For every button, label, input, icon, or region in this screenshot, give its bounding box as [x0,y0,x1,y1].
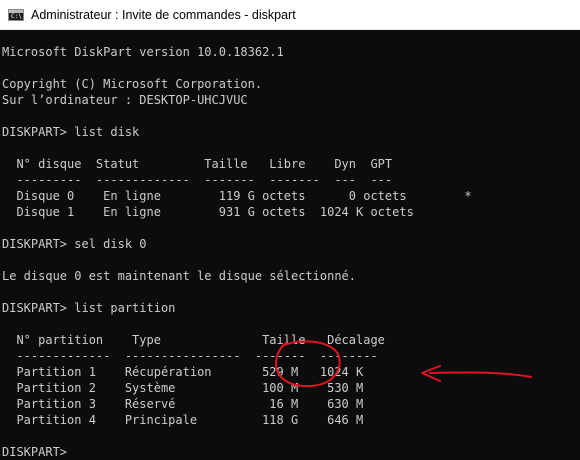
partition-table-row: Partition 2 Système 100 M 530 M [2,381,364,395]
partition-table-row: Partition 3 Réservé 16 M 630 M [2,397,364,411]
partition-table-separator: ------------- ---------------- ------- -… [2,349,378,363]
console-output[interactable]: Microsoft DiskPart version 10.0.18362.1 … [0,30,580,460]
partition-table-row: Partition 1 Récupération 529 M 1024 K [2,365,364,379]
window-title: Administrateur : Invite de commandes - d… [31,7,296,22]
console-line: Sur l’ordinateur : DESKTOP-UHCJVUC [2,93,248,107]
console-command: DISKPART> list partition [2,301,176,315]
disk-table-header: N° disque Statut Taille Libre Dyn GPT [2,157,393,171]
console-command: DISKPART> list disk [2,125,140,139]
partition-table-header: N° partition Type Taille Décalage [2,333,385,347]
cmd-icon: C:\ [8,8,24,21]
console-prompt: DISKPART> [2,445,75,459]
disk-table-row: Disque 0 En ligne 119 G octets 0 octets … [2,189,472,203]
console-line: Copyright (C) Microsoft Corporation. [2,77,263,91]
console-command: DISKPART> sel disk 0 [2,237,147,251]
partition-table-row: Partition 4 Principale 118 G 646 M [2,413,364,427]
console-line: Microsoft DiskPart version 10.0.18362.1 [2,45,284,59]
disk-table-row: Disque 1 En ligne 931 G octets 1024 K oc… [2,205,414,219]
console-message: Le disque 0 est maintenant le disque sél… [2,269,357,283]
title-bar[interactable]: C:\ Administrateur : Invite de commandes… [0,0,580,30]
disk-table-separator: --------- ------------- ------- ------- … [2,173,393,187]
